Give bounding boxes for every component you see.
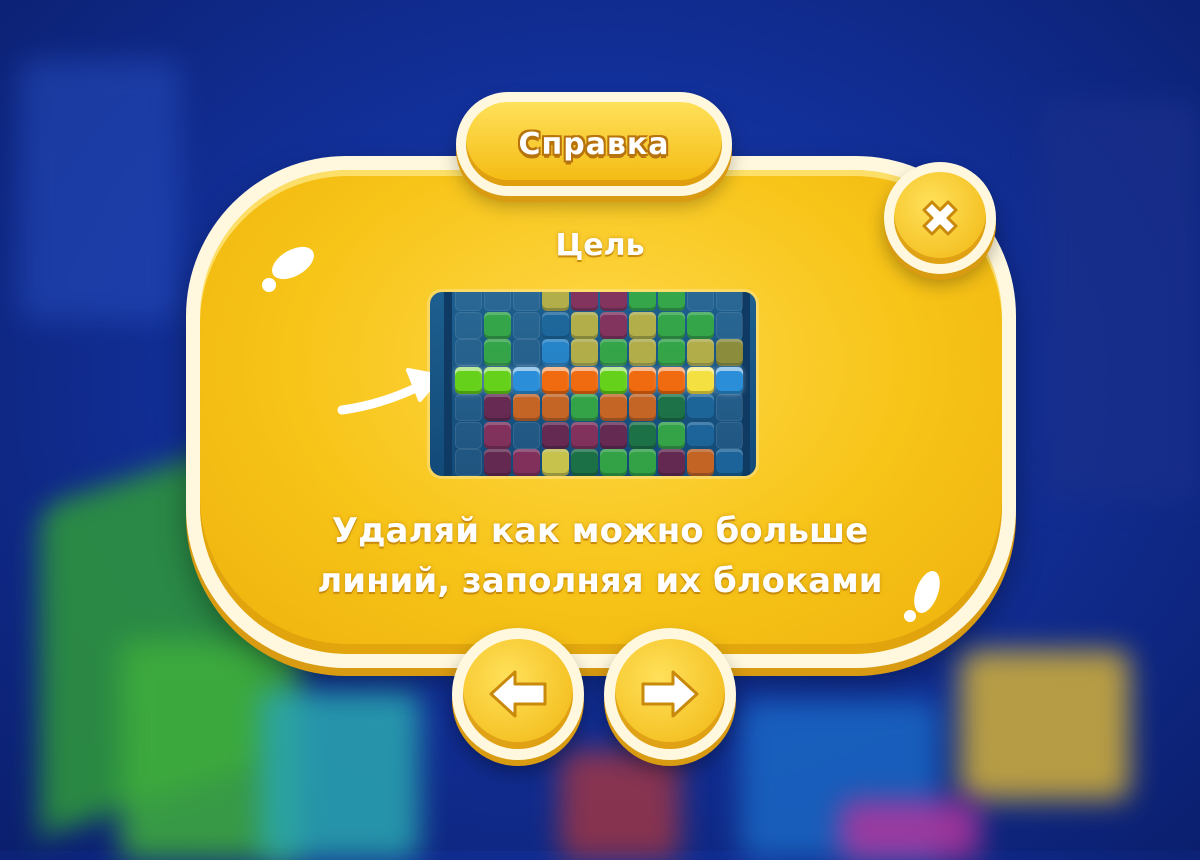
grid-block xyxy=(571,292,598,311)
grid-block xyxy=(600,366,627,394)
grid-block xyxy=(542,366,569,394)
dialog-title-pill: Справка xyxy=(456,92,732,196)
grid-block xyxy=(687,366,714,394)
grid-block xyxy=(484,421,511,449)
grid-block xyxy=(600,292,627,311)
grid-block xyxy=(542,339,569,366)
background-block xyxy=(260,690,420,860)
grid-block xyxy=(513,311,540,339)
grid-block xyxy=(542,311,569,339)
grid-block xyxy=(629,394,656,421)
grid-block xyxy=(716,394,743,421)
grid-block xyxy=(542,421,569,449)
grid-block xyxy=(658,311,685,339)
grid-block xyxy=(513,339,540,366)
background-block xyxy=(560,750,680,860)
grid-block xyxy=(629,292,656,311)
grid-block xyxy=(629,339,656,366)
grid-block xyxy=(600,394,627,421)
grid-block xyxy=(600,449,627,476)
grid-block xyxy=(571,311,598,339)
next-button[interactable] xyxy=(604,628,736,760)
grid-block xyxy=(571,339,598,366)
grid-block xyxy=(484,394,511,421)
grid-block xyxy=(571,394,598,421)
grid-block xyxy=(629,366,656,394)
grid-block xyxy=(542,449,569,476)
grid-block xyxy=(455,292,482,311)
goal-illustration xyxy=(430,292,756,476)
grid-block xyxy=(716,421,743,449)
grid-block xyxy=(716,311,743,339)
grid-block xyxy=(600,339,627,366)
background-block xyxy=(20,60,180,320)
grid-block xyxy=(455,339,482,366)
grid-block xyxy=(687,394,714,421)
grid-block xyxy=(542,292,569,311)
grid-block xyxy=(658,421,685,449)
grid-block xyxy=(455,311,482,339)
gloss-highlight xyxy=(262,278,276,292)
grid-block xyxy=(716,292,743,311)
grid-block xyxy=(687,311,714,339)
grid-block xyxy=(658,339,685,366)
grid-block xyxy=(571,421,598,449)
grid-block xyxy=(687,292,714,311)
grid-block xyxy=(455,366,482,394)
block-grid xyxy=(454,292,744,476)
previous-button[interactable] xyxy=(452,628,584,760)
dialog-title-pill-body: Справка xyxy=(466,102,722,186)
grid-block xyxy=(687,339,714,366)
background-block xyxy=(960,650,1130,800)
grid-block xyxy=(513,421,540,449)
dialog-title: Справка xyxy=(518,126,670,162)
grid-block xyxy=(600,311,627,339)
background-block xyxy=(840,800,980,860)
grid-block xyxy=(484,339,511,366)
grid-block xyxy=(455,421,482,449)
grid-block xyxy=(513,394,540,421)
arrow-right-icon xyxy=(641,670,699,718)
background-block xyxy=(1040,100,1200,500)
grid-block xyxy=(658,366,685,394)
description-line: Удаляй как можно больше xyxy=(331,511,869,551)
next-button-body[interactable] xyxy=(615,639,725,749)
grid-block xyxy=(484,311,511,339)
goal-description: Удаляй как можно больше линий, заполняя … xyxy=(0,506,1200,606)
grid-block xyxy=(658,292,685,311)
grid-block xyxy=(658,449,685,476)
grid-block xyxy=(629,449,656,476)
grid-block xyxy=(716,449,743,476)
grid-block xyxy=(455,394,482,421)
previous-button-body[interactable] xyxy=(463,639,573,749)
grid-block xyxy=(513,449,540,476)
description-line: линий, заполняя их блоками xyxy=(317,561,883,601)
grid-block xyxy=(571,366,598,394)
section-subtitle: Цель xyxy=(555,228,645,263)
grid-block xyxy=(513,366,540,394)
grid-block xyxy=(571,449,598,476)
grid-block xyxy=(513,292,540,311)
grid-block xyxy=(484,366,511,394)
grid-block xyxy=(484,292,511,311)
gloss-highlight xyxy=(904,610,916,622)
grid-block xyxy=(687,421,714,449)
grid-block xyxy=(455,449,482,476)
arrow-left-icon xyxy=(489,670,547,718)
grid-block xyxy=(687,449,714,476)
board-frame xyxy=(444,292,452,476)
grid-block xyxy=(484,449,511,476)
grid-block xyxy=(716,339,743,366)
grid-block xyxy=(629,421,656,449)
grid-block xyxy=(658,394,685,421)
grid-block xyxy=(542,394,569,421)
grid-block xyxy=(629,311,656,339)
grid-block xyxy=(716,366,743,394)
grid-block xyxy=(600,421,627,449)
